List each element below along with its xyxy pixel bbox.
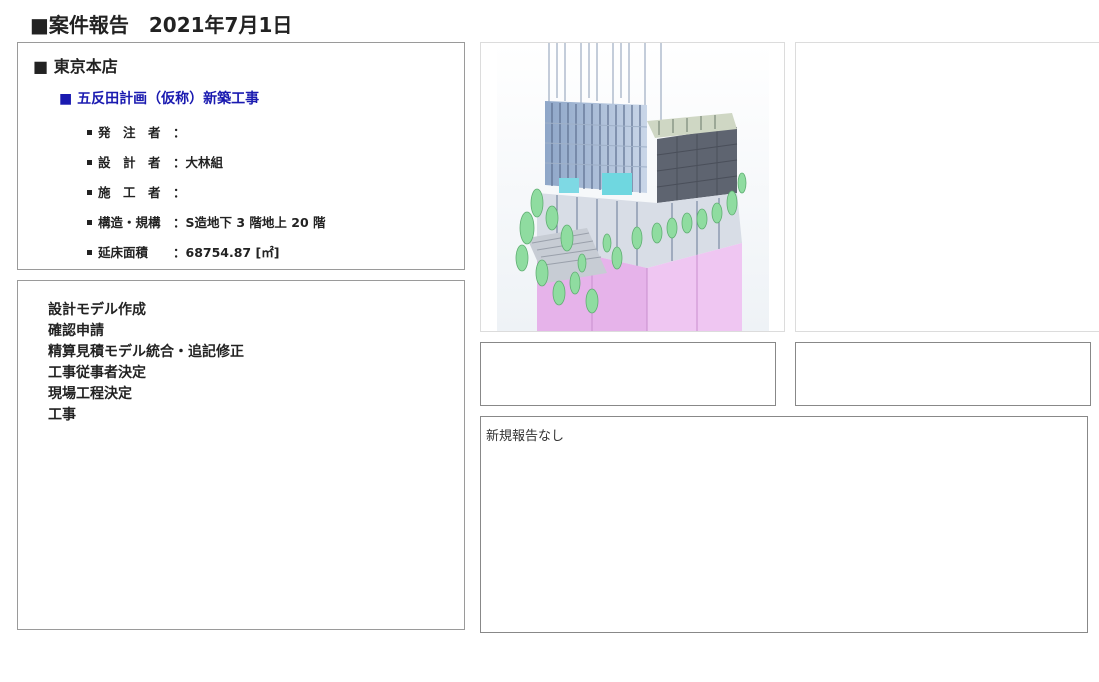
task-item: 精算見積モデル統合・追記修正	[48, 344, 244, 360]
report-textarea[interactable]: 新規報告なし	[480, 416, 1088, 633]
detail-value: ：68754.87 [㎡]	[173, 245, 280, 260]
task-item: 工事従事者決定	[48, 365, 146, 381]
project-info-panel: ■ 東京本店 ■ 五反田計画（仮称）新築工事 発 注 者： 設 計 者：大林組 …	[17, 42, 465, 270]
detail-structure: 構造・規構 ：S造地下 3 階地上 20 階	[87, 212, 326, 231]
detail-label: 設 計 者	[98, 155, 161, 170]
detail-value: ：	[173, 185, 186, 200]
task-item: 現場工程決定	[48, 386, 132, 402]
task-item: 工事	[48, 407, 76, 423]
detail-floor-area: 延床面積 ：68754.87 [㎡]	[87, 242, 279, 261]
report-text: 新規報告なし	[486, 429, 565, 444]
task-list: 設計モデル作成 確認申請 精算見積モデル統合・追記修正 工事従事者決定 現場工程…	[48, 300, 244, 426]
project-name-link[interactable]: ■ 五反田計画（仮称）新築工事	[59, 88, 259, 108]
detail-value: ：S造地下 3 階地上 20 階	[173, 215, 326, 230]
detail-label: 構造・規構	[98, 215, 161, 230]
page-title: ■案件報告 2021年7月1日	[30, 13, 293, 37]
detail-label: 発 注 者	[98, 125, 161, 140]
detail-orderer: 発 注 者 ：	[87, 122, 186, 141]
bullet-icon	[87, 250, 92, 255]
building-image-panel	[480, 42, 785, 332]
bullet-icon	[87, 220, 92, 225]
detail-contractor: 施 工 者 ：	[87, 182, 186, 201]
image-panel-empty	[795, 42, 1099, 332]
building-model-image	[497, 43, 769, 331]
input-box-1[interactable]	[480, 342, 776, 406]
task-item: 設計モデル作成	[48, 302, 146, 318]
input-box-2[interactable]	[795, 342, 1091, 406]
bullet-icon	[87, 190, 92, 195]
detail-value: ：大林組	[173, 155, 224, 170]
detail-designer: 設 計 者 ：大林組	[87, 152, 223, 171]
task-list-panel: 設計モデル作成 確認申請 精算見積モデル統合・追記修正 工事従事者決定 現場工程…	[17, 280, 465, 630]
bullet-icon	[87, 130, 92, 135]
branch-name: ■ 東京本店	[33, 57, 118, 76]
detail-label: 施 工 者	[98, 185, 161, 200]
bullet-icon	[87, 160, 92, 165]
detail-value: ：	[173, 125, 186, 140]
task-item: 確認申請	[48, 323, 104, 339]
detail-label: 延床面積	[98, 245, 149, 260]
